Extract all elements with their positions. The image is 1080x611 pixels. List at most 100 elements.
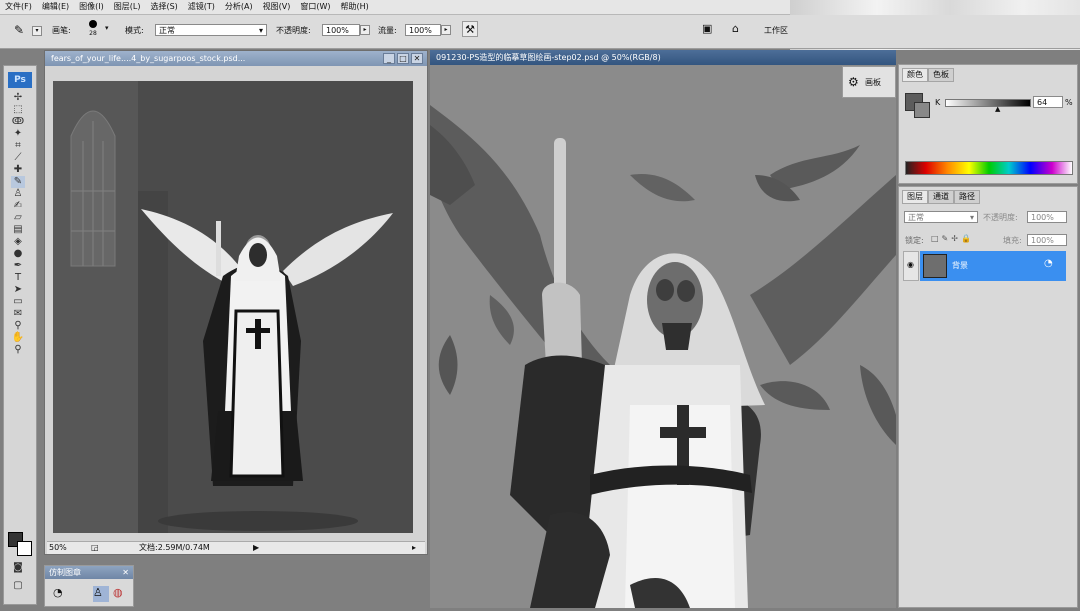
hand-tool-icon[interactable]: ✋ — [11, 332, 25, 344]
blur-tool-icon[interactable]: ◈ — [11, 236, 25, 248]
background-color-swatch[interactable] — [17, 541, 32, 556]
clone-source-icon[interactable]: ◔ — [53, 586, 69, 602]
lasso-tool-icon[interactable]: ↂ — [11, 116, 25, 128]
menu-item[interactable]: 滤镜(T) — [183, 0, 220, 14]
chevron-down-icon: ▾ — [258, 26, 263, 35]
tool-preset-dropdown[interactable]: ▾ — [32, 26, 42, 36]
opacity-slider-toggle[interactable]: ▸ — [360, 25, 370, 35]
fill-label: 填充: — [1003, 236, 1022, 245]
magic-wand-tool-icon[interactable]: ✦ — [11, 128, 25, 140]
menu-item[interactable]: 文件(F) — [0, 0, 37, 14]
type-tool-icon[interactable]: T — [11, 272, 25, 284]
eraser-tool-icon[interactable]: ▱ — [11, 212, 25, 224]
screen-mode-icon[interactable]: ▢ — [11, 580, 25, 592]
layers-panel-tabs: 图层 通道 路径 — [899, 187, 1077, 204]
stamp-icon[interactable]: ♙ — [93, 586, 109, 602]
drawing-document-titlebar[interactable]: 091230-PS造型的临摹草图绘画-step02.psd @ 50%(RGB/… — [430, 50, 896, 65]
color-bg-swatch[interactable] — [914, 102, 930, 118]
clone-source-panel-title[interactable]: 仿制图章 ✕ — [45, 566, 133, 579]
crop-tool-icon[interactable]: ⌗ — [11, 140, 25, 152]
color-spectrum-bar[interactable] — [905, 161, 1073, 175]
maximize-icon[interactable]: □ — [397, 53, 409, 64]
close-icon[interactable]: ✕ — [122, 566, 133, 579]
healing-brush-tool-icon[interactable]: ✚ — [11, 164, 25, 176]
lock-label: 锁定: — [905, 236, 924, 245]
eyedropper-tool-icon[interactable]: ⚲ — [11, 320, 25, 332]
move-tool-icon[interactable]: ✢ — [11, 92, 25, 104]
brush-palette-icon[interactable]: ▣ — [702, 22, 712, 35]
menu-item[interactable]: 视图(V) — [258, 0, 296, 14]
tab-color[interactable]: 颜色 — [902, 68, 928, 82]
pen-tool-icon[interactable]: ✒ — [11, 260, 25, 272]
opacity-input[interactable]: 100% — [322, 24, 360, 36]
drawing-document-title: 091230-PS造型的临摹草图绘画-step02.psd @ 50%(RGB/… — [436, 53, 661, 62]
menu-item[interactable]: 窗口(W) — [295, 0, 335, 14]
reference-document-titlebar[interactable]: fears_of_your_life....4_by_sugarpoos_sto… — [45, 51, 427, 66]
slice-tool-icon[interactable]: ⟋ — [11, 152, 25, 164]
layer-visibility-toggle[interactable]: ◉ — [903, 251, 919, 281]
tab-paths[interactable]: 路径 — [954, 190, 980, 204]
zoom-tool-icon[interactable]: ⚲ — [11, 344, 25, 356]
blend-mode-select[interactable]: 正常 ▾ — [904, 211, 978, 223]
gradient-tool-icon[interactable]: ▤ — [11, 224, 25, 236]
close-icon[interactable]: ✕ — [411, 53, 423, 64]
tab-channels[interactable]: 通道 — [928, 190, 954, 204]
pattern-stamp-icon[interactable]: ◍ — [113, 586, 129, 602]
blend-mode-value: 正常 — [908, 213, 924, 222]
brush-label: 画笔: — [52, 26, 71, 35]
dodge-tool-icon[interactable]: ● — [11, 248, 25, 260]
slider-thumb-icon[interactable]: ▲ — [995, 105, 1000, 113]
reference-photo-canvas[interactable] — [53, 81, 413, 533]
clone-stamp-tool-icon[interactable]: ♙ — [11, 188, 25, 200]
reference-status-bar: 50% ◲ 文档:2.59M/0.74M ▶ ▸ — [47, 541, 425, 554]
lock-icons[interactable]: □✎✢🔒 — [931, 234, 974, 243]
panel-button[interactable]: ⚙ 画板 — [842, 66, 896, 98]
layer-opacity-label: 不透明度: — [983, 213, 1018, 222]
photoshop-logo: Ps — [8, 72, 32, 88]
brush-tip-icon — [89, 20, 97, 28]
brush-tool-icon[interactable]: ✎ — [14, 23, 24, 37]
reference-photo — [53, 81, 413, 533]
k-value-input[interactable]: 64 — [1033, 96, 1063, 108]
menu-item[interactable]: 编辑(E) — [37, 0, 74, 14]
notes-tool-icon[interactable]: ✉ — [11, 308, 25, 320]
bridge-icon[interactable]: ⌂ — [732, 22, 739, 35]
menu-item[interactable]: 分析(A) — [220, 0, 258, 14]
quick-mask-icon[interactable]: ◙ — [11, 562, 25, 574]
chevron-down-icon[interactable]: ▾ — [105, 24, 109, 32]
menu-item[interactable]: 图层(L) — [109, 0, 146, 14]
panel-icon: ⚙ — [848, 75, 859, 89]
marquee-tool-icon[interactable]: ⬚ — [11, 104, 25, 116]
airbrush-icon[interactable]: ⚒ — [462, 21, 478, 37]
opacity-label: 不透明度: — [276, 26, 311, 35]
drawing-document-window: 091230-PS造型的临摹草图绘画-step02.psd @ 50%(RGB/… — [430, 50, 896, 608]
fill-input[interactable]: 100% — [1027, 234, 1067, 246]
zoom-icon[interactable]: ◲ — [91, 542, 99, 554]
flow-input[interactable]: 100% — [405, 24, 441, 36]
mode-value: 正常 — [159, 26, 175, 35]
workspace-label[interactable]: 工作区 — [764, 25, 788, 37]
reference-document-window: fears_of_your_life....4_by_sugarpoos_sto… — [44, 50, 428, 555]
zoom-level[interactable]: 50% — [49, 542, 67, 554]
shape-tool-icon[interactable]: ▭ — [11, 296, 25, 308]
menu-item[interactable]: 图像(I) — [74, 0, 109, 14]
brush-preset-picker[interactable]: 28 — [86, 19, 100, 37]
path-selection-tool-icon[interactable]: ➤ — [11, 284, 25, 296]
drawing-canvas[interactable] — [430, 65, 896, 608]
mode-select[interactable]: 正常 ▾ — [155, 24, 267, 36]
scroll-right-icon[interactable]: ▸ — [412, 542, 416, 554]
layer-row-background[interactable]: 背景 ◔ — [920, 251, 1066, 281]
tab-layers[interactable]: 图层 — [902, 190, 928, 204]
k-slider[interactable] — [945, 99, 1031, 107]
menu-item[interactable]: 帮助(H) — [336, 0, 374, 14]
menu-item[interactable]: 选择(S) — [145, 0, 182, 14]
layer-opacity-input[interactable]: 100% — [1027, 211, 1067, 223]
status-menu-arrow-icon[interactable]: ▶ — [253, 542, 259, 554]
history-brush-tool-icon[interactable]: ✍ — [11, 200, 25, 212]
minimize-icon[interactable]: _ — [383, 53, 395, 64]
options-bar: ✎ ▾ 画笔: 28 ▾ 模式: 正常 ▾ 不透明度: 100% ▸ 流量: 1… — [0, 15, 1080, 49]
brush-tool-icon[interactable]: ✎ — [11, 176, 25, 188]
lock-icon: ◔ — [1044, 258, 1053, 269]
tab-swatches[interactable]: 色板 — [928, 68, 954, 82]
flow-slider-toggle[interactable]: ▸ — [441, 25, 451, 35]
